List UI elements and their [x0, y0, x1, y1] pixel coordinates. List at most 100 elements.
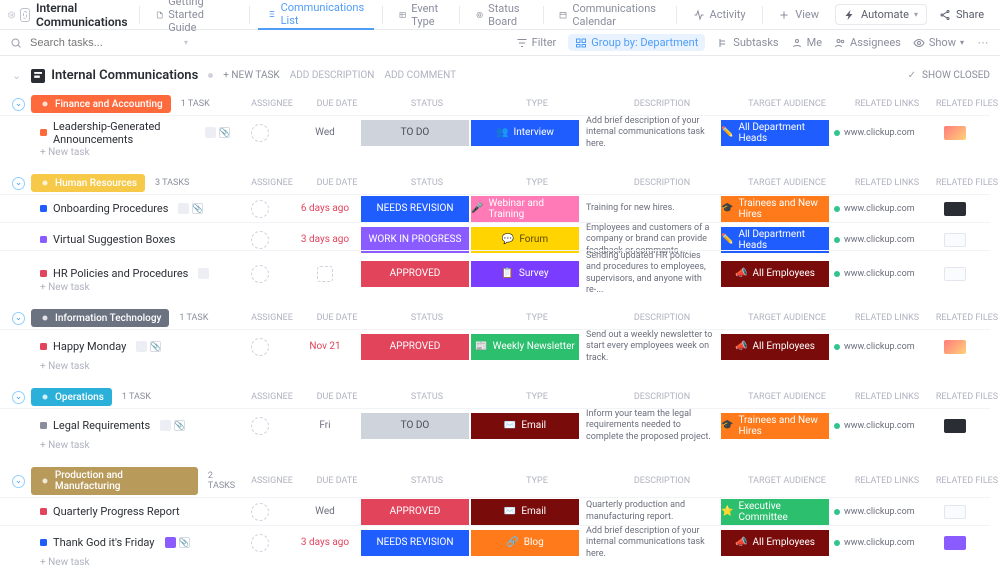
chevron-down-icon[interactable]: ▾ — [184, 38, 188, 47]
related-link[interactable]: www.clickup.com — [830, 194, 920, 222]
column-header[interactable]: ASSIGNEE — [242, 476, 302, 486]
task-row[interactable]: HR Policies and Procedures APPROVED📋Surv… — [0, 250, 1000, 278]
add-assignee-button[interactable] — [251, 338, 269, 356]
task-row[interactable]: Virtual Suggestion Boxes 3 days agoWORK … — [0, 222, 1000, 250]
column-header[interactable]: RELATED FILES — [932, 178, 1000, 188]
settings-icon[interactable] — [8, 9, 16, 21]
assignees-button[interactable]: Assignees — [834, 36, 901, 49]
due-date[interactable]: 6 days ago — [301, 203, 349, 214]
column-header[interactable]: DESCRIPTION — [592, 392, 732, 402]
add-assignee-button[interactable] — [251, 265, 269, 283]
description-cell[interactable]: Inform your team the legal requirements … — [580, 408, 720, 443]
color-dot[interactable] — [208, 73, 213, 78]
type-chip[interactable]: 👥Interview — [471, 120, 579, 146]
status-square[interactable] — [40, 343, 47, 350]
status-chip[interactable]: APPROVED — [361, 261, 469, 287]
related-link[interactable]: www.clickup.com — [830, 115, 920, 150]
view-tab-activity[interactable]: Activity — [685, 0, 754, 30]
view-tab-communications-calendar[interactable]: Communications Calendar — [551, 0, 668, 30]
related-file-thumb[interactable] — [944, 419, 966, 433]
status-chip[interactable]: TO DO — [361, 413, 469, 439]
due-date[interactable]: 3 days ago — [301, 537, 349, 548]
column-header[interactable]: RELATED LINKS — [842, 178, 932, 188]
task-row[interactable]: Quarterly Progress Report WedAPPROVED✉️E… — [0, 497, 1000, 525]
collapse-toggle[interactable]: ⌄ — [12, 312, 25, 325]
new-task-button[interactable]: + NEW TASK — [223, 70, 279, 81]
column-header[interactable]: ASSIGNEE — [242, 313, 302, 323]
group-pill[interactable]: Information Technology — [31, 309, 169, 327]
description-cell[interactable]: Send out a weekly newsletter to start ev… — [580, 329, 720, 364]
status-chip[interactable]: APPROVED — [361, 499, 469, 525]
column-header[interactable]: RELATED LINKS — [842, 99, 932, 109]
add-description-button[interactable]: ADD DESCRIPTION — [290, 70, 375, 81]
column-header[interactable]: TARGET AUDIENCE — [732, 476, 842, 486]
me-button[interactable]: Me — [791, 36, 822, 49]
column-header[interactable]: DUE DATE — [302, 99, 372, 109]
column-header[interactable]: TYPE — [482, 178, 592, 188]
add-assignee-button[interactable] — [251, 417, 269, 435]
type-chip[interactable]: ✉️Email — [471, 499, 579, 525]
type-chip[interactable]: 📰Weekly Newsletter — [471, 334, 579, 360]
column-header[interactable]: TYPE — [482, 476, 592, 486]
column-header[interactable]: DESCRIPTION — [592, 99, 732, 109]
status-square[interactable] — [40, 129, 47, 136]
view-tab-getting-started-guide[interactable]: Getting Started Guide — [148, 0, 241, 30]
audience-chip[interactable]: 📣All Employees — [721, 530, 829, 556]
task-row[interactable]: Onboarding Procedures 📎6 days agoNEEDS R… — [0, 194, 1000, 222]
related-file-thumb[interactable] — [944, 233, 966, 247]
add-assignee-button[interactable] — [251, 231, 269, 249]
related-file-thumb[interactable] — [944, 126, 966, 140]
due-date[interactable]: Nov 21 — [309, 341, 340, 352]
column-header[interactable]: DESCRIPTION — [592, 313, 732, 323]
filter-button[interactable]: Filter — [516, 36, 557, 49]
column-header[interactable]: STATUS — [372, 476, 482, 486]
column-header[interactable]: STATUS — [372, 99, 482, 109]
column-header[interactable]: DUE DATE — [302, 313, 372, 323]
column-header[interactable]: TYPE — [482, 392, 592, 402]
column-header[interactable]: DUE DATE — [302, 178, 372, 188]
column-header[interactable]: DESCRIPTION — [592, 178, 732, 188]
column-header[interactable]: RELATED FILES — [932, 392, 1000, 402]
description-cell[interactable]: Quarterly production and manufacturing r… — [580, 497, 720, 525]
search-input[interactable]: ▾ — [10, 36, 210, 50]
due-date[interactable]: Wed — [315, 506, 335, 517]
column-header[interactable]: TYPE — [482, 313, 592, 323]
column-header[interactable]: ASSIGNEE — [242, 99, 302, 109]
status-chip[interactable]: NEEDS REVISION — [361, 530, 469, 556]
breadcrumb[interactable]: Internal Communications — [20, 1, 132, 29]
search-field[interactable] — [28, 36, 178, 50]
related-file-thumb[interactable] — [944, 505, 966, 519]
status-square[interactable] — [40, 422, 47, 429]
more-actions-button[interactable]: ⋯ — [976, 36, 990, 49]
share-button[interactable]: Share — [931, 5, 992, 24]
column-header[interactable]: DUE DATE — [302, 392, 372, 402]
column-header[interactable]: RELATED LINKS — [842, 476, 932, 486]
column-header[interactable]: TYPE — [482, 99, 592, 109]
type-chip[interactable]: 📋Survey — [471, 261, 579, 287]
related-link[interactable]: www.clickup.com — [830, 497, 920, 525]
add-assignee-button[interactable] — [251, 124, 269, 142]
view-tab-view[interactable]: View — [770, 0, 827, 30]
status-chip[interactable]: WORK IN PROGRESS — [361, 227, 469, 253]
related-link[interactable]: www.clickup.com — [830, 408, 920, 443]
column-header[interactable]: STATUS — [372, 178, 482, 188]
task-row[interactable]: Legal Requirements 📎FriTO DO✉️EmailInfor… — [0, 408, 1000, 436]
column-header[interactable]: TARGET AUDIENCE — [732, 392, 842, 402]
collapse-toggle[interactable]: ⌄ — [12, 475, 25, 488]
collapse-toggle[interactable]: ⌄ — [12, 177, 25, 190]
show-button[interactable]: Show ▾ — [913, 36, 964, 49]
due-date[interactable]: 3 days ago — [301, 234, 349, 245]
audience-chip[interactable]: 📣All Employees — [721, 261, 829, 287]
type-chip[interactable]: 💬Forum — [471, 227, 579, 253]
description-cell[interactable]: Training for new hires. — [580, 194, 720, 222]
groupby-button[interactable]: Group by: Department — [568, 34, 705, 51]
related-file-thumb[interactable] — [944, 202, 966, 216]
type-chip[interactable]: 🔗Blog — [471, 530, 579, 556]
task-row[interactable]: Happy Monday 📎Nov 21APPROVED📰Weekly News… — [0, 329, 1000, 357]
audience-chip[interactable]: 🎓Trainees and New Hires — [721, 413, 829, 439]
column-header[interactable]: DUE DATE — [302, 476, 372, 486]
column-header[interactable]: DESCRIPTION — [592, 476, 732, 486]
description-cell[interactable]: Add brief description of your internal c… — [580, 115, 720, 150]
list-title[interactable]: Internal Communications — [31, 68, 198, 83]
description-cell[interactable]: Add brief description of your internal c… — [580, 525, 720, 560]
